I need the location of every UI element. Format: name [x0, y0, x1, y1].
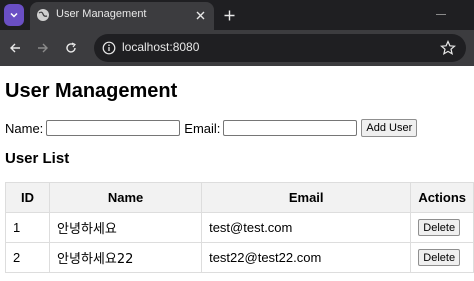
name-input[interactable]: [46, 120, 181, 136]
globe-icon: [37, 9, 49, 21]
cell-name: 안녕하세요: [49, 212, 203, 243]
info-icon[interactable]: [102, 41, 116, 55]
plus-icon: [224, 10, 234, 20]
cell-id: 2: [4, 242, 51, 273]
header-email: Email: [201, 182, 412, 213]
reload-icon: [66, 42, 76, 53]
email-input[interactable]: [223, 120, 358, 136]
delete-button[interactable]: Delete: [418, 249, 461, 267]
back-button[interactable]: [6, 39, 24, 57]
table-row: 1 안녕하세요 test@test.com Delete: [4, 212, 474, 243]
close-icon: [196, 11, 204, 19]
cell-id: 1: [4, 212, 51, 243]
forward-icon: [38, 43, 48, 53]
email-label: Email:: [184, 120, 221, 136]
reload-button[interactable]: [62, 39, 80, 57]
cell-actions: Delete: [410, 242, 474, 273]
delete-button[interactable]: Delete: [418, 219, 461, 237]
browser-tab[interactable]: User Management: [30, 2, 214, 30]
user-table: ID Name Email Actions 1 안녕하세요 test@test.…: [4, 182, 474, 273]
tab-title: User Management: [56, 8, 147, 20]
add-user-button[interactable]: Add User: [361, 119, 418, 137]
user-form: Name: Email: Add User: [5, 118, 418, 138]
page-content: User Management Name: Email: Add User Us…: [0, 66, 474, 281]
minimize-button[interactable]: [436, 14, 446, 15]
chevron-down-icon: [10, 12, 18, 18]
name-label: Name:: [5, 120, 44, 136]
header-actions: Actions: [410, 182, 474, 213]
cell-actions: Delete: [410, 212, 474, 243]
page-title: User Management: [5, 80, 178, 102]
forward-button[interactable]: [34, 39, 52, 57]
user-list-title: User List: [5, 150, 70, 167]
back-icon: [10, 43, 20, 53]
cell-name: 안녕하세요22: [49, 242, 203, 273]
header-id: ID: [4, 182, 51, 213]
star-icon[interactable]: [440, 40, 456, 56]
address-bar[interactable]: localhost:8080: [94, 34, 466, 62]
new-tab-button[interactable]: [220, 6, 238, 24]
browser-tab-bar: User Management: [0, 0, 474, 30]
table-row: 2 안녕하세요22 test22@test22.com Delete: [4, 242, 474, 273]
browser-toolbar: localhost:8080: [0, 30, 474, 66]
close-tab-button[interactable]: [192, 7, 208, 23]
cell-email: test@test.com: [201, 212, 412, 243]
tab-search-button[interactable]: [4, 4, 24, 26]
cell-email: test22@test22.com: [201, 242, 412, 273]
table-header-row: ID Name Email Actions: [4, 182, 474, 213]
url-text: localhost:8080: [122, 40, 200, 54]
header-name: Name: [49, 182, 203, 213]
